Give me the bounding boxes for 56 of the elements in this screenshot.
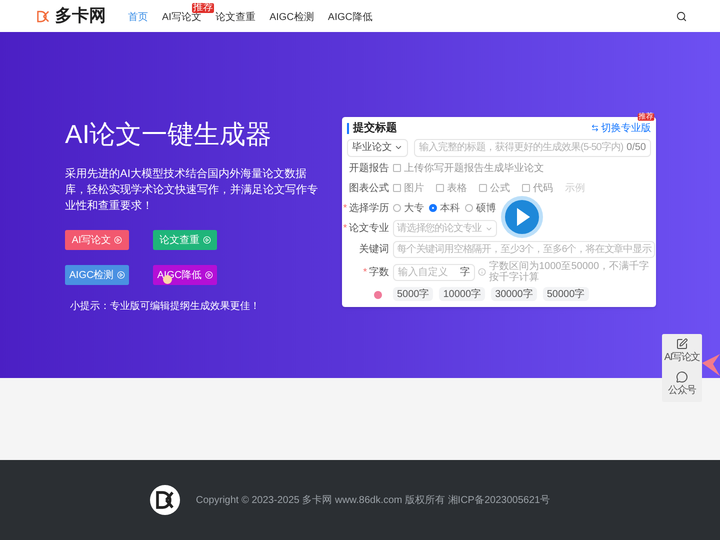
play-button-icon[interactable] <box>500 195 544 239</box>
form-label: 图表公式 <box>349 182 389 196</box>
required-mark: * <box>343 222 347 236</box>
arrow-circle-icon <box>204 271 213 279</box>
nav-link[interactable]: 首页 <box>128 12 148 23</box>
char-counter: 0/50 <box>626 141 646 155</box>
checkbox-option[interactable]: 表格 <box>436 180 467 196</box>
type-select[interactable]: 毕业论文 <box>347 138 408 156</box>
checkbox-option[interactable]: 代码 <box>522 180 553 196</box>
tip-text: 小提示：专业版可编辑提纲生成效果更佳！ <box>70 300 261 314</box>
site-logo-text[interactable]: 多卡网 <box>55 3 106 29</box>
nav-link[interactable]: AIGC检测 <box>269 12 314 23</box>
arrow-decoration-icon <box>702 354 720 376</box>
action-button[interactable]: AIGC检测 <box>65 265 129 285</box>
sidebar-link[interactable]: AI写论文 <box>664 338 700 365</box>
word-count-chip[interactable]: 5000字 <box>393 287 434 301</box>
checkbox-option[interactable]: 图片 <box>393 180 424 196</box>
word-count-field[interactable]: 输入自定义 字 <box>393 264 475 280</box>
word-count-hint: 字数区间为1000至50000，不满千字按千字计算 <box>489 261 650 283</box>
arrow-circle-icon <box>116 271 125 279</box>
switch-icon <box>591 124 599 132</box>
checkbox-option[interactable]: 公式 <box>479 180 510 196</box>
radio-option[interactable]: 本科 <box>429 200 460 216</box>
form-title: 提交标题 <box>353 120 397 136</box>
word-count-chip[interactable]: 50000字 <box>542 287 589 301</box>
title-accent-bar <box>347 122 349 134</box>
sidebar-link[interactable]: 公众号 <box>668 371 696 398</box>
hero-title: AI论文一键生成器 <box>65 118 273 151</box>
nav-link[interactable]: 论文查重 <box>215 12 256 23</box>
edit-icon <box>676 338 688 350</box>
arrow-circle-icon <box>202 236 210 244</box>
arrow-circle-icon <box>114 236 122 244</box>
radio-option[interactable]: 硕博 <box>465 200 496 216</box>
logo-icon <box>36 8 51 24</box>
form-label: 论文专业 <box>349 222 389 236</box>
required-mark: * <box>343 202 347 216</box>
radio-option[interactable]: 大专 <box>393 200 424 216</box>
info-icon <box>478 268 486 276</box>
hero-description: 采用先进的AI大模型技术结合国内外海量论文数据库，轻松实现学术论文快速写作，并满足论文写作专业性和查重要求！ <box>65 166 319 214</box>
switch-link[interactable]: 切换专业版 <box>601 120 651 136</box>
copyright-text: Copyright © 2023-2025 多卡网 www.86dk.com 版权所有 湘ICP备2023005621号 <box>196 494 550 508</box>
form-label: 开题报告 <box>349 162 389 176</box>
search-icon[interactable] <box>676 10 687 22</box>
title-field[interactable]: 输入完整的标题，获得更好的生成效果(5-50字内) 0/50 <box>414 138 651 156</box>
form-label: 关键词 <box>359 242 389 257</box>
form-label: 选择学历 <box>349 202 389 216</box>
action-button[interactable]: AI写论文 <box>65 230 129 250</box>
chat-icon <box>676 371 688 383</box>
nav-link[interactable]: AIGC降低 <box>328 12 372 23</box>
logo-icon <box>150 485 180 515</box>
nav-link[interactable]: AI写论文 <box>162 12 202 23</box>
word-count-chip[interactable]: 10000字 <box>439 287 486 301</box>
caret-icon <box>394 143 403 152</box>
form-label: 字数 <box>369 266 389 280</box>
word-count-chip[interactable]: 30000字 <box>491 287 537 301</box>
required-mark: * <box>363 266 367 280</box>
